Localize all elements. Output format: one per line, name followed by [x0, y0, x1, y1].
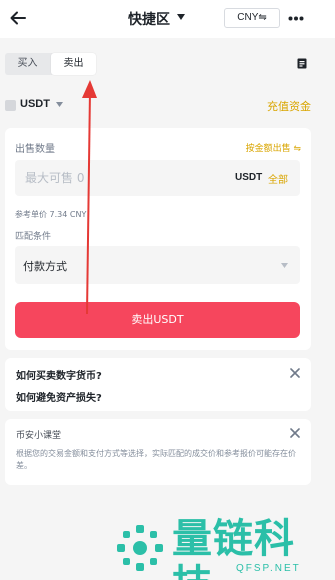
faq-link-buy-sell[interactable]: 如何买卖数字货币? [16, 367, 102, 382]
close-icon[interactable] [290, 428, 300, 438]
quantity-field: USDT 全部 [15, 160, 300, 196]
match-conditions-label: 匹配条件 [15, 232, 52, 242]
top-bar: 快捷区 CNY⇋ [0, 0, 335, 38]
asset-checkbox[interactable] [5, 100, 16, 111]
orders-icon[interactable] [297, 58, 307, 69]
watermark-domain: QFSP.NET [236, 563, 301, 574]
chevron-down-icon [281, 263, 288, 268]
sell-form-card: 出售数量 按金额出售 ⇋ USDT 全部 参考单价 7.34 CNY 匹配条件 … [5, 128, 311, 350]
currency-switch-button[interactable]: CNY⇋ [224, 8, 280, 28]
reference-price: 参考单价 7.34 CNY [15, 210, 87, 219]
page-title[interactable]: 快捷区 [128, 9, 170, 29]
payment-method-value: 付款方式 [23, 260, 67, 273]
tips-title: 币安小课堂 [16, 431, 62, 441]
tips-body: 根据您的交易金额和支付方式等选择，实际匹配的成交价和参考报价可能存在价差。 [16, 449, 296, 470]
brand-logo-icon [117, 525, 163, 571]
trade-tabs-row: 买入 卖出 [0, 38, 335, 86]
quantity-input[interactable] [15, 160, 215, 196]
close-icon[interactable] [290, 368, 300, 378]
quantity-label: 出售数量 [15, 144, 55, 155]
faq-link-avoid-loss[interactable]: 如何避免资产损失? [16, 389, 102, 404]
tab-buy[interactable]: 买入 [5, 53, 50, 75]
faq-card: 如何买卖数字货币? 如何避免资产损失? [5, 358, 311, 411]
more-icon[interactable] [288, 16, 304, 21]
asset-selector[interactable]: USDT [20, 98, 50, 110]
chevron-down-icon[interactable] [56, 102, 63, 107]
sell-usdt-button[interactable]: 卖出USDT [15, 302, 300, 338]
trade-tabs: 买入 卖出 [5, 53, 96, 75]
asset-row: USDT 充值资金 [0, 86, 335, 126]
sell-all-button[interactable]: 全部 [268, 171, 288, 186]
tab-sell[interactable]: 卖出 [51, 53, 96, 75]
watermark: 量链科技 QFSP.NET [112, 512, 334, 580]
chevron-down-icon[interactable] [177, 14, 185, 20]
tips-card: 币安小课堂 根据您的交易金额和支付方式等选择，实际匹配的成交价和参考报价可能存在… [5, 419, 311, 485]
back-arrow-icon[interactable] [9, 9, 27, 27]
sell-by-amount-toggle[interactable]: 按金额出售 ⇋ [246, 141, 301, 154]
payment-method-select[interactable]: 付款方式 [15, 246, 300, 284]
deposit-link[interactable]: 充值资金 [267, 98, 311, 114]
quantity-unit: USDT [235, 172, 263, 183]
